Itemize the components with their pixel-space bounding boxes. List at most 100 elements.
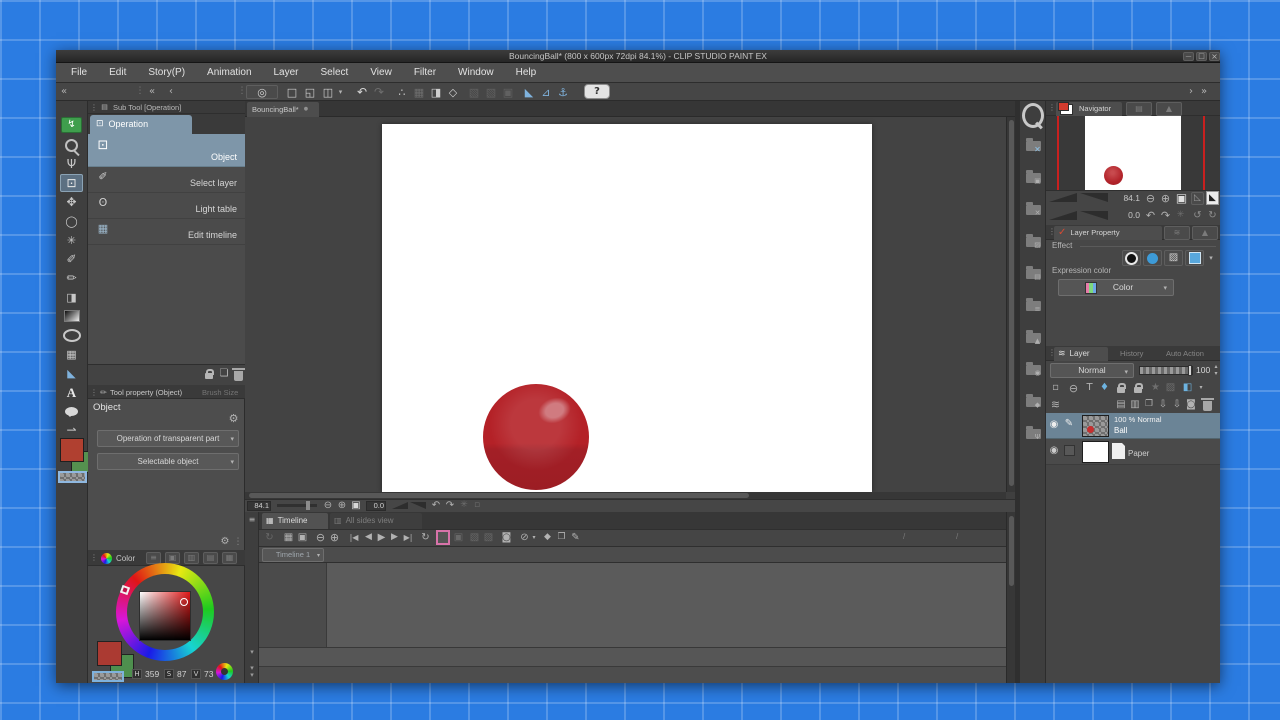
figure-tool[interactable] <box>61 327 82 343</box>
navigator-tab[interactable]: Navigator <box>1056 101 1122 116</box>
layer-color-icon[interactable]: ◧ <box>1180 381 1195 395</box>
halftone-dim-icon[interactable]: ▨ <box>1163 381 1178 395</box>
opacity-slider-thumb[interactable] <box>1188 365 1192 376</box>
canvas-hscrollbar[interactable] <box>245 492 1006 499</box>
brush-tool[interactable]: ✏ <box>61 270 82 286</box>
navigator-zoom-slider[interactable] <box>1049 193 1077 202</box>
item-bank-tab-icon[interactable]: ▲ <box>1156 102 1182 116</box>
collapse-right-icon[interactable]: » <box>1198 85 1210 98</box>
menu-story[interactable]: Story(P) <box>137 67 196 78</box>
ruler-tool[interactable]: ◣ <box>61 365 82 381</box>
timeline-grip-icon[interactable]: ≡ <box>247 515 257 525</box>
close-button[interactable]: × <box>1209 52 1220 61</box>
timeline-loopdim-icon[interactable]: ↻ <box>263 531 276 544</box>
color-fg-swatch[interactable] <box>97 641 122 666</box>
collapse-left-icon[interactable]: « <box>58 85 70 98</box>
navigator-zoomin-icon[interactable]: ⊕ <box>1159 192 1172 205</box>
undo-icon[interactable]: ↶ <box>354 85 370 99</box>
new-animation-cel-icon[interactable] <box>436 530 450 545</box>
grip2-icon[interactable]: ⋮ <box>238 85 247 98</box>
flip-view-icon[interactable]: ◣ <box>1206 191 1219 205</box>
transparent-part-dropdown[interactable]: Operation of transparent part ▾ <box>97 430 239 447</box>
halftone-effect-icon[interactable]: ▨ <box>1164 250 1183 266</box>
paper-layer-thumbnail[interactable] <box>1082 441 1109 463</box>
dock-folder-4[interactable]: ▨ <box>1024 234 1042 250</box>
dock-folder-1[interactable]: ✕ <box>1024 138 1042 154</box>
statusbar-zoom-slider[interactable] <box>277 504 317 507</box>
subtool-item-object[interactable]: ⊡ Object <box>88 134 245 167</box>
canvas-hscroll-thumb[interactable] <box>249 493 749 498</box>
paper-eye-icon[interactable]: ◉ <box>1048 445 1060 457</box>
dock-folder-9[interactable]: ◆ <box>1024 394 1042 410</box>
menu-help[interactable]: Help <box>505 67 548 78</box>
statusbar-rot-slider-a[interactable] <box>392 502 408 509</box>
chevron-right-icon[interactable]: › <box>1186 85 1196 98</box>
timeline-track-area[interactable] <box>327 563 1006 647</box>
play-icon[interactable]: ▶ <box>375 531 388 544</box>
subtool-tab-operation[interactable]: ⊡ Operation <box>90 115 192 134</box>
timeline-zoomin-icon[interactable]: ⊕ <box>328 531 341 544</box>
open-file-icon[interactable]: ◱ <box>302 85 318 99</box>
color-tab4-icon[interactable]: ▥ <box>184 552 199 564</box>
display-mode-arrow-icon[interactable]: ▾ <box>530 531 538 544</box>
timeline-tab[interactable]: ▦ Timeline <box>262 513 328 529</box>
color-menu-icon[interactable]: ⋮ <box>90 553 98 562</box>
menu-filter[interactable]: Filter <box>403 67 447 78</box>
layerprop-tab3-icon[interactable]: ▲ <box>1192 226 1218 240</box>
canvas-page[interactable] <box>382 124 872 492</box>
balloon-tool[interactable] <box>61 403 82 419</box>
timeline-vscroll-thumb[interactable] <box>1008 516 1014 586</box>
subtool-item-select-layer[interactable]: ✐ Select layer <box>88 167 245 193</box>
palette-waves-icon[interactable]: ≋ <box>1048 398 1063 411</box>
navigator-rot-slider2[interactable] <box>1080 211 1108 220</box>
dock-folder-8[interactable]: ◉ <box>1024 362 1042 378</box>
menu-layer[interactable]: Layer <box>263 67 310 78</box>
navigator-fit-icon[interactable]: ▣ <box>1175 191 1188 205</box>
statusbar-zoomin-icon[interactable]: ⊕ <box>336 500 348 511</box>
document-tab-dot[interactable]: ● <box>304 107 308 112</box>
timeline-collapse3-icon[interactable]: ▾ <box>248 671 256 679</box>
droplet-icon[interactable]: ♦ <box>1097 381 1112 395</box>
menu-edit[interactable]: Edit <box>98 67 137 78</box>
tool-green-button[interactable]: ↯ <box>61 117 82 133</box>
timeline-vscrollbar[interactable] <box>1006 512 1015 683</box>
statusbar-rotcw-icon[interactable]: ↷ <box>444 500 456 511</box>
autoselect-tool[interactable]: ✳ <box>61 232 82 248</box>
canvas-vscrollbar[interactable] <box>1006 117 1015 492</box>
draft-star-icon[interactable]: ★ <box>1148 381 1163 395</box>
flip-horizontal-icon[interactable]: ◺ <box>1191 192 1204 205</box>
layer-color-effect-icon[interactable] <box>1185 250 1204 266</box>
blend-mode-dropdown[interactable]: Normal ▾ <box>1050 363 1134 378</box>
dock-folder-10[interactable]: Ψ <box>1024 426 1042 442</box>
subtool-menu-icon[interactable]: ⋮ <box>90 103 98 112</box>
wrench-icon[interactable]: ⚙ <box>227 412 240 424</box>
save-arrow-icon[interactable]: ▾ <box>336 85 345 99</box>
color-tab6-icon[interactable]: ▦ <box>222 552 237 564</box>
navigator-rot3-icon[interactable]: ↻ <box>1206 209 1219 222</box>
layer-property-tab[interactable]: ✓ Layer Property <box>1054 226 1162 240</box>
dock-folder-5[interactable]: ▤ <box>1024 266 1042 282</box>
hand-tool[interactable]: Ψ <box>61 156 82 172</box>
subview-tab-icon[interactable]: ▤ <box>1126 102 1152 116</box>
menu-select[interactable]: Select <box>310 67 360 78</box>
color-transparent-swatch[interactable] <box>92 671 124 682</box>
navigator-rot-slider[interactable] <box>1049 211 1077 220</box>
timeline-band[interactable] <box>259 648 1006 666</box>
keyframe-icon[interactable]: ◆ <box>541 531 554 544</box>
new-folder-icon[interactable]: ❐ <box>1142 398 1156 411</box>
new-timeline-icon[interactable]: ▦ <box>282 531 295 544</box>
snap-ruler-icon[interactable]: ◣ <box>521 85 537 99</box>
onion-skin-next-icon[interactable]: ▧ <box>482 531 495 544</box>
mask-icon[interactable]: ⊖ <box>1066 381 1081 395</box>
opacity-spin-up[interactable]: ▴ <box>1212 363 1220 370</box>
canvas-vscroll-thumb[interactable] <box>1008 120 1014 486</box>
dock-folder-7[interactable]: ▲ <box>1024 330 1042 346</box>
statusbar-zoom-value[interactable]: 84.1 <box>247 501 271 511</box>
color-tab2-icon[interactable]: ≡ <box>146 552 161 564</box>
history-tab-label[interactable]: History <box>1120 350 1143 358</box>
color-tab-label[interactable]: Color <box>116 555 135 563</box>
foreground-color-swatch[interactable] <box>60 438 84 462</box>
tone-effect-icon[interactable] <box>1143 250 1162 266</box>
frame-border-tool[interactable]: ▦ <box>61 346 82 362</box>
selectable-object-dropdown[interactable]: Selectable object ▾ <box>97 453 239 470</box>
